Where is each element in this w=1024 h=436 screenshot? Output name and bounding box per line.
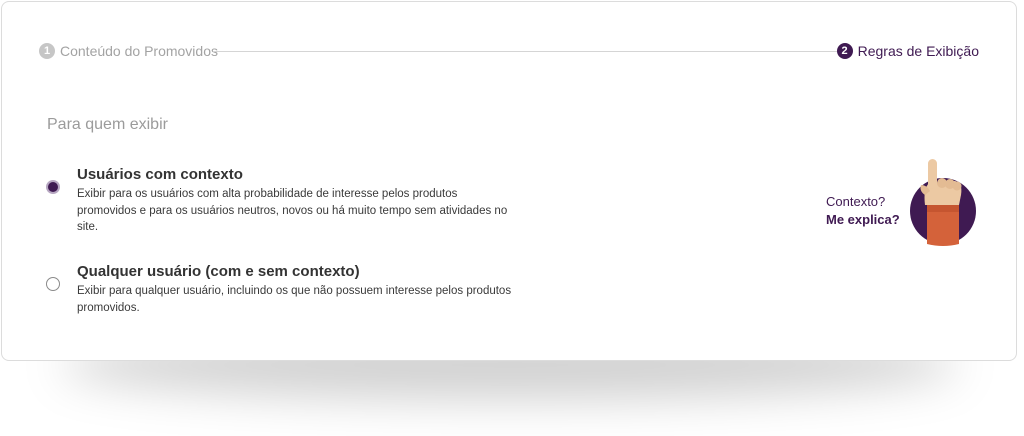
helper-question: Contexto?: [826, 194, 886, 209]
pointing-hand-icon[interactable]: [905, 155, 980, 250]
option-description: Exibir para os usuários com alta probabi…: [77, 188, 508, 233]
option-text: Usuários com contexto Exibir para os usu…: [77, 166, 517, 236]
step-1-number: 1: [39, 43, 55, 59]
radio-users-with-context[interactable]: [46, 180, 60, 194]
stepper-connector: [213, 51, 837, 52]
page: 1 Conteúdo do Promovidos 2 Regras de Exi…: [0, 0, 1024, 436]
option-description: Exibir para qualquer usuário, incluindo …: [77, 285, 512, 314]
option-title: Usuários com contexto: [77, 166, 243, 183]
step-2-number: 2: [836, 43, 853, 59]
helper-link[interactable]: Me explica?: [826, 211, 900, 229]
section-title: Para quem exibir: [47, 116, 168, 133]
context-helper: Contexto? Me explica?: [826, 193, 900, 229]
option-text: Qualquer usuário (com e sem contexto) Ex…: [77, 263, 517, 316]
step-2[interactable]: 2 Regras de Exibição: [836, 41, 979, 61]
step-2-label: Regras de Exibição: [857, 43, 979, 59]
option-title: Qualquer usuário (com e sem contexto): [77, 263, 360, 280]
step-1[interactable]: 1 Conteúdo do Promovidos: [39, 41, 218, 61]
radio-any-user[interactable]: [46, 277, 60, 291]
stepper: 1 Conteúdo do Promovidos 2 Regras de Exi…: [39, 41, 979, 61]
step-1-label: Conteúdo do Promovidos: [60, 43, 218, 59]
